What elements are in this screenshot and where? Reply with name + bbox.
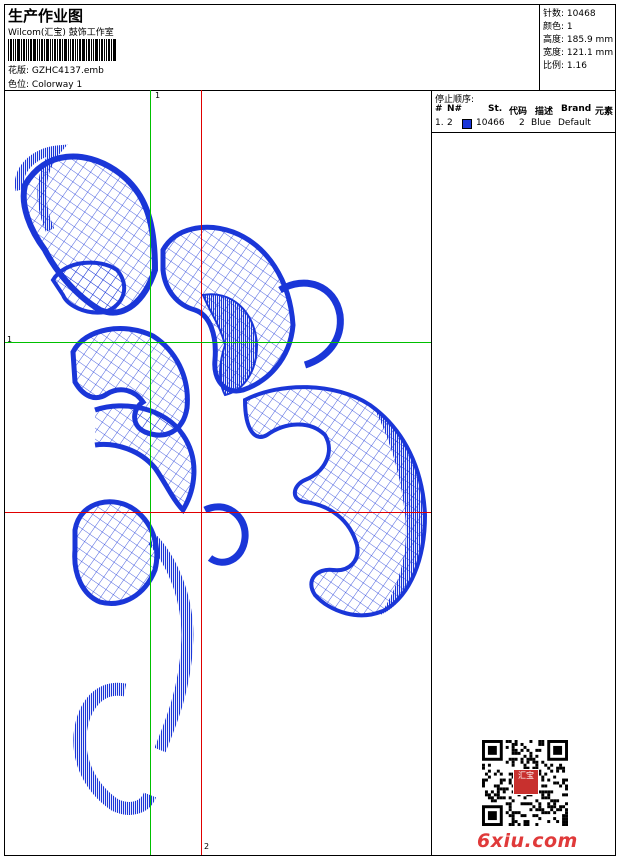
barcode [8,39,156,61]
embroidery-design [14,144,428,815]
divider [432,132,615,133]
studio-subtitle: Wilcom(汇宝) 鼓饰工作室 [8,28,114,38]
barcode-bar [113,39,116,61]
barcode-bar [70,39,71,61]
marker-bottom: 2 [204,842,210,851]
design-canvas[interactable]: 1 1 2 [5,90,432,855]
row-stitches: 10466 [476,118,505,128]
barcode-bar [33,39,36,61]
stat-colors: 颜色: 1 [543,22,573,32]
inner-curl [203,503,249,566]
page-title: 生产作业图 [8,7,84,25]
barcode-bar [37,39,38,61]
barcode-bar [41,39,43,61]
marker-top: 1 [155,91,161,100]
design-file-row: 花版: GZHC4137.emb [8,63,104,76]
scroll-lower [72,499,160,606]
barcode-bar [26,39,27,61]
barcode-bar [72,39,74,61]
barcode-bar [82,39,85,61]
stat-stitches: 针数: 10468 [543,9,596,19]
marker-left: 1 [7,335,13,344]
col-description: 描述 [535,107,554,117]
stat-height: 高度: 185.9 mm [543,35,614,45]
design-label: 花版: [8,66,30,76]
barcode-bar [46,39,49,61]
seal-stamp: 汇宝 [513,769,539,795]
barcode-bar [91,39,92,61]
row-needle: 2 [447,118,453,128]
barcode-bar [44,39,45,61]
leaf-small-left [50,260,127,315]
guide-vertical-red [201,90,202,855]
barcode-bar [79,39,81,61]
barcode-bar [68,39,69,61]
barcode-bar [95,39,98,61]
barcode-bar [8,39,9,61]
barcode-bar [101,39,103,61]
guide-vertical-green [150,90,151,855]
barcode-bar [88,39,90,61]
barcode-bar [106,39,107,61]
design-stats: 针数: 10468 颜色: 1 高度: 185.9 mm 宽度: 121.1 m… [539,5,616,90]
barcode-bar [21,39,22,61]
barcode-bar [86,39,87,61]
row-index: 1. [435,118,444,128]
barcode-bar [39,39,40,61]
barcode-bar [28,39,29,61]
barcode-bar [75,39,76,61]
barcode-bar [77,39,78,61]
site-logo: 6xiu.com [477,830,578,852]
barcode-bar [104,39,105,61]
colorway-row: 色位: Colorway 1 [8,77,82,90]
barcode-bar [93,39,94,61]
row-code: 2 [519,118,525,128]
design-filename: GZHC4137.emb [31,66,104,76]
worksheet-frame: 生产作业图 Wilcom(汇宝) 鼓饰工作室 花版: GZHC4137.emb … [4,4,616,856]
hook-bottom [73,682,157,815]
stat-width: 宽度: 121.1 mm [543,48,614,58]
color-swatch [462,119,472,129]
col-code: 代码 [509,107,528,117]
row-description: Blue [531,118,551,128]
barcode-bar [13,39,14,61]
stem-lower [148,536,194,753]
stop-sequence-header: # N# St. 代码 描述 Brand 元素 [432,104,615,117]
barcode-bar [52,39,53,61]
table-row[interactable]: 1. 2 10466 2 Blue Default [432,118,615,130]
barcode-bar [23,39,25,61]
stat-ratio: 比例: 1.16 [543,61,587,71]
barcode-bar [50,39,51,61]
barcode-bar [59,39,61,61]
worksheet-header: 生产作业图 Wilcom(汇宝) 鼓饰工作室 花版: GZHC4137.emb … [5,5,615,91]
barcode-bar [64,39,67,61]
col-brand: Brand [561,104,592,114]
barcode-bar [15,39,16,61]
guide-horizontal-green [5,342,431,343]
barcode-bar [99,39,100,61]
barcode-bar [57,39,58,61]
barcode-bar [108,39,110,61]
colorway-label: 色位: [8,80,30,90]
barcode-bar [10,39,12,61]
col-needle: N# [447,104,463,114]
row-brand: Default [558,118,591,128]
barcode-bar [17,39,20,61]
barcode-bar [62,39,63,61]
guide-horizontal-red [5,512,431,513]
col-stitches: St. [488,104,503,114]
barcode-bar [54,39,56,61]
col-element: 元素 [595,107,614,117]
stop-sequence-panel: 停止顺序: # N# St. 代码 描述 Brand 元素 1. 2 10466… [432,90,615,855]
barcode-bar [30,39,32,61]
barcode-bar [111,39,112,61]
colorway-value: Colorway 1 [31,80,83,90]
col-index: # [435,104,443,114]
